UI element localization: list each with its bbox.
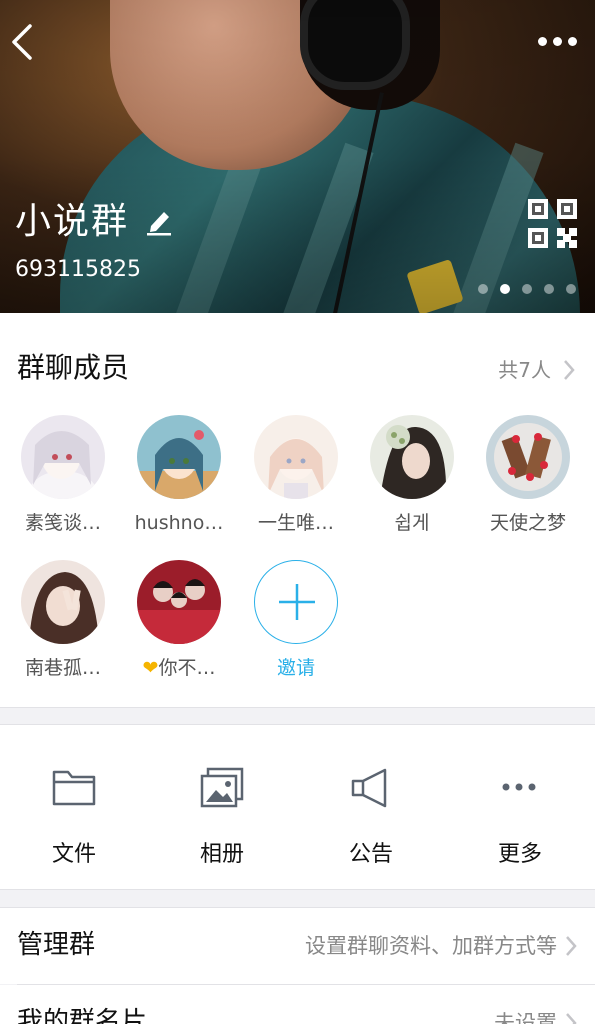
megaphone-icon <box>351 768 387 808</box>
tool-label: 公告 <box>348 842 393 867</box>
member-name-text: 你不… <box>158 657 216 679</box>
group-name: 小说群 <box>15 201 130 242</box>
more-options-button[interactable] <box>538 30 582 52</box>
row-value: 未设置 <box>494 1011 557 1024</box>
member-count-link[interactable]: 共7人 <box>498 357 551 383</box>
album-button[interactable]: 相册 <box>148 725 296 889</box>
plus-icon <box>279 584 315 620</box>
member-item[interactable]: 素笺谈… <box>8 415 118 545</box>
back-arrow-icon <box>12 24 32 60</box>
invite-button[interactable]: 邀请 <box>241 560 351 690</box>
member-item[interactable]: hushno… <box>124 415 234 545</box>
member-name: 쉽게 <box>394 512 430 534</box>
member-name: ❤你不… <box>124 656 234 680</box>
dot-icon <box>553 36 562 46</box>
dot-icon <box>568 36 577 46</box>
invite-circle <box>254 560 338 644</box>
album-icon <box>200 767 244 808</box>
member-item[interactable]: ❤你不… <box>124 560 234 690</box>
member-avatar <box>21 415 105 499</box>
files-button[interactable]: 文件 <box>0 725 148 889</box>
page-dot <box>544 284 554 294</box>
member-avatar <box>137 560 221 644</box>
more-dots-icon <box>502 783 536 791</box>
announcement-button[interactable]: 公告 <box>297 725 445 889</box>
chevron-right-icon <box>566 1013 577 1024</box>
group-header: 小说群 693115825 <box>0 0 595 313</box>
member-item[interactable]: 쉽게 <box>357 415 467 545</box>
page-dot <box>478 284 488 294</box>
member-avatar <box>486 415 570 499</box>
row-title: 我的群名片 <box>17 1007 148 1024</box>
chevron-right-icon <box>564 360 575 380</box>
member-avatar <box>21 560 105 644</box>
page-dot <box>522 284 532 294</box>
heart-icon: ❤ <box>142 657 159 679</box>
tool-label: 更多 <box>497 842 542 867</box>
members-title: 群聊成员 <box>17 351 130 384</box>
edit-name-icon[interactable] <box>146 208 172 236</box>
page-dot-active <box>500 284 510 294</box>
my-group-card-row[interactable]: 我的群名片 未设置 <box>0 985 595 1024</box>
page-dot <box>566 284 576 294</box>
member-avatar <box>370 415 454 499</box>
chevron-right-icon <box>566 936 577 956</box>
member-item[interactable]: 一生唯… <box>241 415 351 545</box>
member-name: 南巷孤… <box>24 657 101 679</box>
more-tools-button[interactable]: 更多 <box>446 725 594 889</box>
member-name: 素笺谈… <box>24 512 101 534</box>
divider <box>0 889 595 890</box>
member-avatar <box>137 415 221 499</box>
back-button[interactable] <box>8 22 38 62</box>
member-item[interactable]: 天使之梦 <box>473 415 583 545</box>
member-name: hushno… <box>134 512 224 534</box>
dot-icon <box>538 36 547 46</box>
cover-page-indicator <box>478 284 578 296</box>
manage-group-row[interactable]: 管理群 设置群聊资料、加群方式等 <box>0 908 595 984</box>
folder-icon <box>52 770 96 806</box>
member-avatar <box>254 415 338 499</box>
group-id: 693115825 <box>15 257 141 282</box>
member-name: 一生唯… <box>257 512 334 534</box>
tool-label: 文件 <box>51 842 96 867</box>
invite-label: 邀请 <box>276 657 315 679</box>
qr-code-icon[interactable] <box>528 199 577 248</box>
divider <box>0 707 595 708</box>
row-title: 管理群 <box>17 930 96 960</box>
row-value: 设置群聊资料、加群方式等 <box>305 934 557 958</box>
tool-label: 相册 <box>199 842 244 867</box>
member-item[interactable]: 南巷孤… <box>8 560 118 690</box>
member-name: 天使之梦 <box>489 512 566 534</box>
group-tools: 文件 相册 公告 更多 <box>0 725 595 889</box>
members-section: 群聊成员 共7人 素笺谈… hushno… 一生唯… 쉽게 天使之梦 南巷孤… … <box>0 313 595 707</box>
